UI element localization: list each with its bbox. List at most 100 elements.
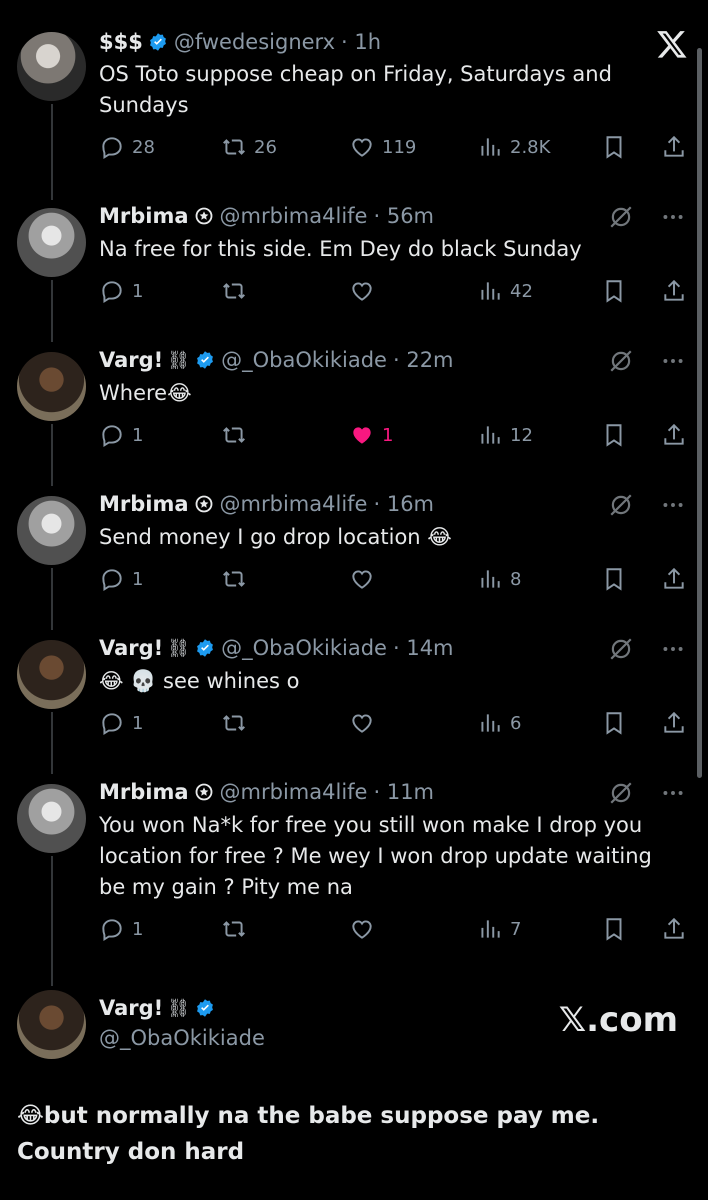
- more-icon[interactable]: [660, 636, 686, 662]
- display-name[interactable]: Mrbima: [99, 204, 189, 228]
- tweet-menu-icons: [608, 636, 686, 662]
- retweet-button[interactable]: 26: [221, 134, 277, 160]
- thread-connector: [51, 856, 53, 986]
- share-icon: [664, 423, 684, 445]
- grok-icon[interactable]: [608, 492, 634, 518]
- thread-connector: [51, 280, 53, 342]
- retweet-button[interactable]: [221, 278, 247, 304]
- display-name[interactable]: Varg!: [99, 348, 163, 372]
- tweet-actions: 28 26 119 2.8K: [99, 134, 694, 164]
- reply-button[interactable]: 28: [99, 134, 155, 160]
- like-button[interactable]: 119: [349, 134, 416, 160]
- avatar[interactable]: [17, 784, 86, 853]
- like-button[interactable]: 1: [349, 422, 393, 448]
- avatar[interactable]: [17, 496, 86, 565]
- bookmark-button[interactable]: [601, 566, 627, 592]
- display-name[interactable]: $$$: [99, 30, 143, 54]
- tweet-actions: 1 42: [99, 278, 694, 308]
- views-count: 7: [510, 918, 522, 940]
- heart-icon: [352, 714, 372, 733]
- avatar[interactable]: [17, 352, 86, 421]
- grok-icon[interactable]: [608, 636, 634, 662]
- avatar[interactable]: [17, 990, 86, 1059]
- like-count: 119: [382, 136, 417, 158]
- reply-icon: [102, 713, 122, 736]
- verified-icon: [149, 33, 166, 51]
- user-handle[interactable]: @mrbima4life: [220, 780, 368, 804]
- like-button[interactable]: [349, 916, 375, 942]
- reply-button[interactable]: 1: [99, 422, 143, 448]
- display-name[interactable]: Varg!: [99, 636, 163, 660]
- grok-icon[interactable]: [608, 204, 634, 230]
- views-icon: [481, 920, 500, 938]
- timestamp[interactable]: · 14m: [393, 636, 454, 660]
- views-button[interactable]: 8: [477, 566, 521, 592]
- retweet-icon: [223, 139, 245, 155]
- tweet-header: Varg! ⛓ @_ObaOkikiade · 22m: [99, 348, 454, 372]
- x-logo-icon[interactable]: [656, 28, 688, 60]
- share-button[interactable]: [661, 278, 687, 304]
- more-icon[interactable]: [660, 780, 686, 806]
- bookmark-icon: [606, 424, 622, 447]
- views-icon: [481, 570, 500, 588]
- retweet-button[interactable]: [221, 566, 247, 592]
- user-handle[interactable]: @fwedesignerx: [174, 30, 335, 54]
- timestamp[interactable]: · 16m: [373, 492, 434, 516]
- tweet-actions: 1 1 12: [99, 422, 694, 452]
- timestamp[interactable]: · 22m: [393, 348, 454, 372]
- like-button[interactable]: [349, 710, 375, 736]
- bookmark-button[interactable]: [601, 710, 627, 736]
- share-button[interactable]: [661, 134, 687, 160]
- timestamp[interactable]: · 11m: [373, 780, 434, 804]
- views-button[interactable]: 42: [477, 278, 533, 304]
- user-handle[interactable]: @_ObaOkikiade: [99, 1026, 265, 1050]
- timestamp[interactable]: · 1h: [341, 30, 381, 54]
- user-handle[interactable]: @_ObaOkikiade: [221, 348, 387, 372]
- reply-button[interactable]: 1: [99, 566, 143, 592]
- display-name[interactable]: Varg!: [99, 996, 163, 1020]
- retweet-button[interactable]: [221, 710, 247, 736]
- scrollbar[interactable]: [697, 48, 702, 778]
- tweet-header: Varg! ⛓ @_ObaOkikiade · 14m: [99, 636, 454, 660]
- grok-icon[interactable]: [608, 780, 634, 806]
- like-button[interactable]: [349, 566, 375, 592]
- avatar[interactable]: [17, 640, 86, 709]
- reply-button[interactable]: 1: [99, 916, 143, 942]
- views-button[interactable]: 2.8K: [477, 134, 550, 160]
- user-handle[interactable]: @mrbima4life: [220, 204, 368, 228]
- like-button[interactable]: [349, 278, 375, 304]
- heart-filled-icon: [353, 427, 371, 444]
- bookmark-button[interactable]: [601, 916, 627, 942]
- tweet-header: $$$ @fwedesignerx · 1h: [99, 30, 381, 54]
- display-name[interactable]: Mrbima: [99, 780, 189, 804]
- share-button[interactable]: [661, 916, 687, 942]
- more-icon[interactable]: [660, 348, 686, 374]
- display-name[interactable]: Mrbima: [99, 492, 189, 516]
- bookmark-button[interactable]: [601, 422, 627, 448]
- reply-icon: [102, 425, 122, 448]
- share-button[interactable]: [661, 422, 687, 448]
- avatar[interactable]: [17, 208, 86, 277]
- user-handle[interactable]: @mrbima4life: [220, 492, 368, 516]
- views-button[interactable]: 7: [477, 916, 521, 942]
- bookmark-button[interactable]: [601, 278, 627, 304]
- share-button[interactable]: [661, 710, 687, 736]
- views-button[interactable]: 12: [477, 422, 533, 448]
- heart-icon: [352, 920, 372, 939]
- avatar[interactable]: [17, 32, 86, 101]
- views-icon: [481, 138, 500, 156]
- views-button[interactable]: 6: [477, 710, 521, 736]
- more-icon[interactable]: [660, 492, 686, 518]
- reply-button[interactable]: 1: [99, 710, 143, 736]
- reply-button[interactable]: 1: [99, 278, 143, 304]
- more-icon[interactable]: [660, 204, 686, 230]
- verified-icon: [197, 999, 214, 1017]
- timestamp[interactable]: · 56m: [373, 204, 434, 228]
- retweet-button[interactable]: [221, 916, 247, 942]
- grok-icon[interactable]: [608, 348, 634, 374]
- retweet-button[interactable]: [221, 422, 247, 448]
- share-button[interactable]: [661, 566, 687, 592]
- tweet-header: Varg! ⛓: [99, 996, 215, 1020]
- bookmark-button[interactable]: [601, 134, 627, 160]
- user-handle[interactable]: @_ObaOkikiade: [221, 636, 387, 660]
